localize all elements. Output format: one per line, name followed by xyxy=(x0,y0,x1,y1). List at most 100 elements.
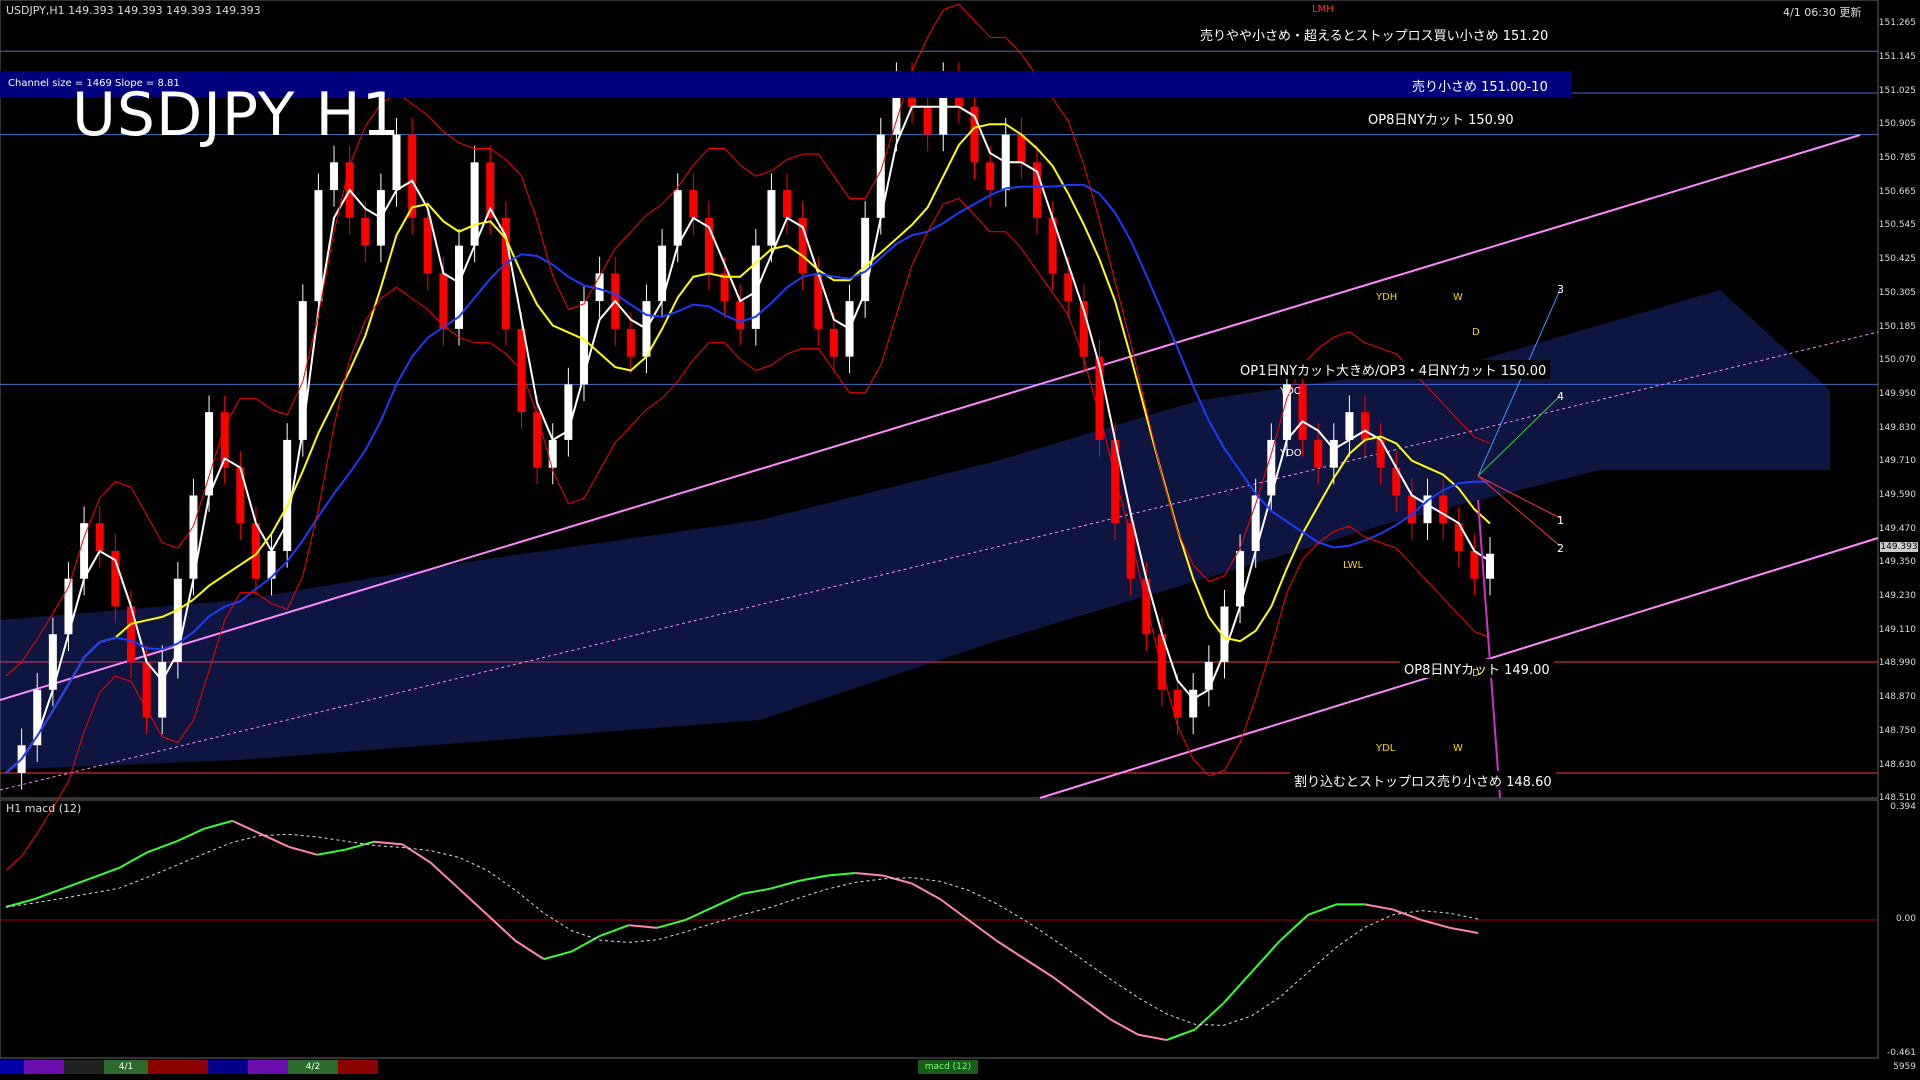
macd-segment xyxy=(401,843,432,864)
macd-segment xyxy=(62,877,92,890)
price-tick: 150.305 xyxy=(1878,288,1916,298)
annotation-151-00: 売り小さめ 151.00-10 xyxy=(1412,80,1548,95)
candle-body xyxy=(158,661,167,718)
candle-body xyxy=(439,273,448,329)
macd-segment xyxy=(1421,919,1450,929)
candle-body xyxy=(673,190,682,246)
projection-label-1: 1 xyxy=(1557,514,1564,527)
strip-cell xyxy=(338,1060,378,1074)
strip-cell xyxy=(24,1060,64,1074)
macd-segment xyxy=(713,893,743,908)
strip-cell xyxy=(0,1060,24,1074)
projection-label-3: 3 xyxy=(1557,283,1564,296)
price-tick: 150.785 xyxy=(1878,153,1916,163)
candle-body xyxy=(986,162,995,191)
price-chart xyxy=(0,0,1879,1059)
candle-body xyxy=(1439,495,1448,524)
price-tick: 149.470 xyxy=(1878,524,1916,534)
macd-segment xyxy=(798,874,828,882)
candle-body xyxy=(689,190,698,218)
price-tick: 150.425 xyxy=(1878,254,1916,264)
macd-tick: 0.394 xyxy=(1890,802,1916,812)
price-tick: 148.630 xyxy=(1878,760,1916,770)
macd-segment xyxy=(1109,1018,1139,1036)
update-time: 4/1 06:30 更新 xyxy=(1783,6,1862,19)
candle-body xyxy=(736,301,745,329)
macd-segment xyxy=(345,840,375,851)
candle-body xyxy=(423,217,432,274)
box-label-ydc: YDC xyxy=(1280,386,1301,397)
price-tick: 151.265 xyxy=(1878,18,1916,28)
annotation-151-20: 売りやや小さめ・超えるとストップロス買い小さめ 151.20 xyxy=(1200,29,1549,44)
macd-segment xyxy=(203,819,233,830)
price-tick: 151.145 xyxy=(1878,52,1916,62)
box-label-ydo: YDO xyxy=(1280,448,1302,459)
candle-body xyxy=(626,328,635,357)
macd-segment xyxy=(826,872,856,877)
box-label-ydl: YDL xyxy=(1376,743,1396,754)
candle-body xyxy=(595,273,604,302)
strip-cell xyxy=(64,1060,104,1074)
macd-segment xyxy=(458,887,488,916)
candle-body xyxy=(80,523,89,579)
time-strip: 4/1 4/2 macd (12) xyxy=(0,1060,1878,1074)
annotation-148-60: 割り込むとストップロス売り小さめ 148.60 xyxy=(1290,771,1556,790)
annotation-150-00: OP1日NYカット大きめ/OP3・4日NYカット 150.00 xyxy=(1236,360,1551,379)
macd-segment xyxy=(883,874,913,885)
price-tick: 149.950 xyxy=(1878,389,1916,399)
candle-body xyxy=(923,106,932,135)
price-tick: 150.070 xyxy=(1878,355,1916,365)
macd-segment xyxy=(147,840,177,854)
candle-body xyxy=(783,190,792,218)
macd-segment xyxy=(373,840,403,846)
macd-panel-frame xyxy=(0,799,1879,1059)
annotation-150-90: OP8日NYカット 150.90 xyxy=(1368,113,1514,128)
projection-label-4: 4 xyxy=(1557,390,1564,403)
candle-body xyxy=(1470,550,1479,579)
box-label-lwl: LWL xyxy=(1343,560,1364,571)
price-tick: 149.590 xyxy=(1878,490,1916,500)
price-axis: 151.265 151.145 151.025 150.905 150.785 … xyxy=(1878,0,1920,1080)
macd-segment xyxy=(770,879,799,890)
macd-segment xyxy=(317,848,346,856)
candle-body xyxy=(1173,689,1182,718)
macd-label: H1 macd (12) xyxy=(6,802,82,815)
macd-segment xyxy=(232,819,262,835)
strip-cell xyxy=(978,1060,1878,1074)
price-tick: 149.710 xyxy=(1878,456,1916,466)
candle-body xyxy=(1345,412,1354,440)
macd-segment xyxy=(1250,940,1281,973)
strip-cell xyxy=(248,1060,288,1074)
candle-body xyxy=(767,190,776,246)
price-tick: 148.750 xyxy=(1878,726,1916,736)
macd-segment xyxy=(33,887,63,901)
macd-segment xyxy=(684,906,715,921)
projection-label-2: 2 xyxy=(1557,542,1564,555)
candle-body xyxy=(548,439,557,468)
macd-segment xyxy=(1364,903,1394,911)
box-label-d-upper: D xyxy=(1472,327,1480,338)
macd-segment xyxy=(1024,958,1054,979)
macd-segment xyxy=(996,940,1026,960)
price-tick: 150.665 xyxy=(1878,187,1916,197)
macd-segment xyxy=(1081,997,1111,1020)
candle-body xyxy=(361,217,370,246)
candle-body xyxy=(1064,273,1073,302)
candle-body xyxy=(533,412,542,468)
box-label-w-lower: W xyxy=(1453,743,1463,754)
macd-segment xyxy=(1449,926,1479,935)
symbol-info: USDJPY,H1 149.393 149.393 149.393 149.39… xyxy=(6,4,261,17)
macd-segment xyxy=(90,866,120,880)
macd-segment xyxy=(486,914,517,942)
box-label-d-lower: D xyxy=(1472,668,1480,679)
macd-segment xyxy=(1052,976,1083,1000)
macd-segment xyxy=(911,882,941,901)
candle-body xyxy=(1486,553,1494,579)
strip-date-1: 4/1 xyxy=(104,1060,148,1074)
candle-body xyxy=(1189,689,1198,718)
price-tick: 148.870 xyxy=(1878,692,1916,702)
macd-segment xyxy=(1307,903,1337,916)
macd-segment xyxy=(1279,914,1309,942)
candle-body xyxy=(95,523,104,551)
box-label-w-upper: W xyxy=(1453,292,1463,303)
